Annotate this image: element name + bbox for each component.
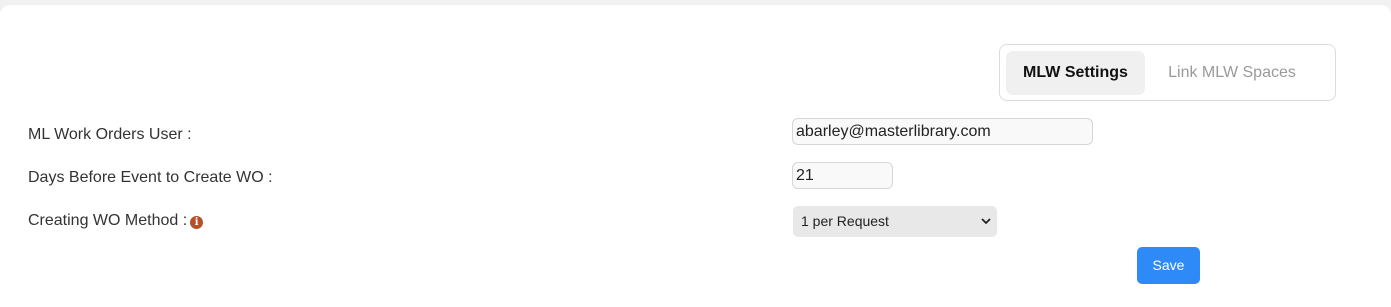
creating-wo-method-select[interactable]: 1 per Request <box>793 206 997 237</box>
creating-wo-method-row: Creating WO Method :i <box>28 211 204 231</box>
creating-wo-method-label: Creating WO Method : <box>28 212 188 229</box>
days-before-event-input[interactable] <box>792 162 893 189</box>
chevron-down-icon <box>981 218 991 225</box>
settings-tab-group: MLW Settings Link MLW Spaces <box>999 44 1336 101</box>
info-icon[interactable]: i <box>190 216 204 229</box>
ml-work-orders-user-label: ML Work Orders User : <box>28 126 192 143</box>
settings-panel: MLW Settings Link MLW Spaces ML Work Ord… <box>0 5 1391 307</box>
save-button[interactable]: Save <box>1137 247 1200 284</box>
tab-link-mlw-spaces[interactable]: Link MLW Spaces <box>1152 51 1312 95</box>
ml-work-orders-user-input[interactable] <box>792 118 1093 145</box>
creating-wo-method-value: 1 per Request <box>801 213 889 229</box>
tab-mlw-settings[interactable]: MLW Settings <box>1006 51 1145 95</box>
days-before-event-label: Days Before Event to Create WO : <box>28 169 273 186</box>
